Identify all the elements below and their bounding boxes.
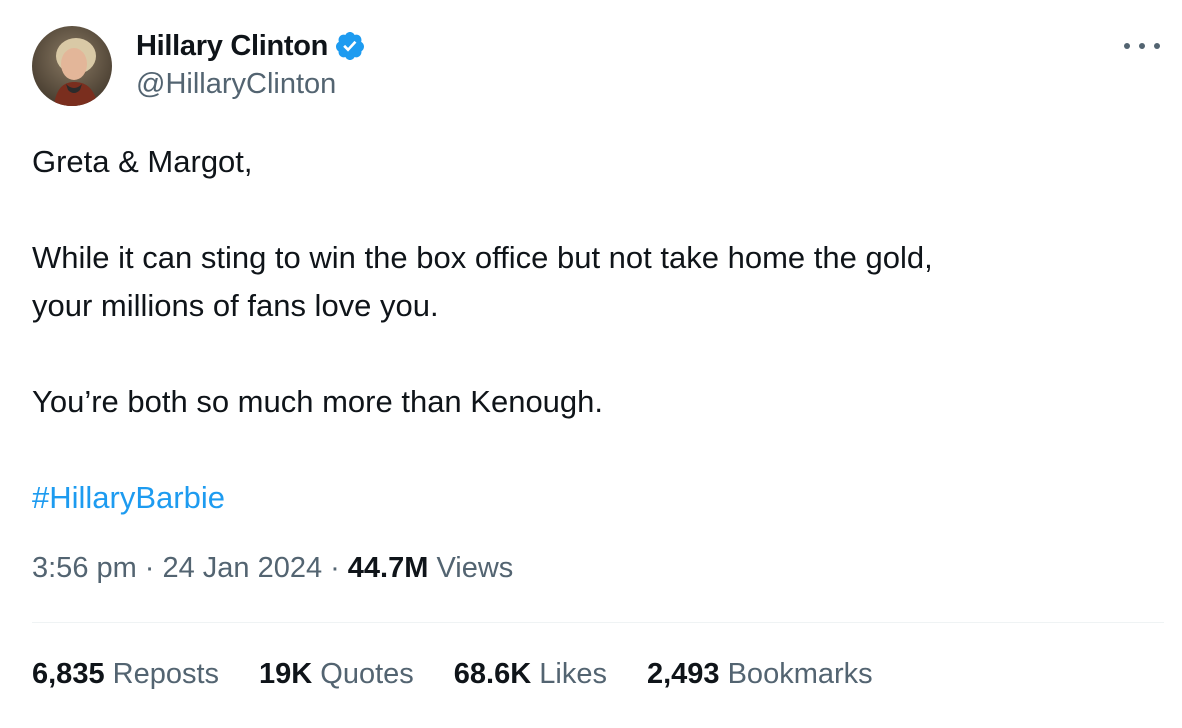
tweet-line: While it can sting to win the box office… (32, 240, 933, 275)
bookmarks-count: 2,493 (646, 658, 720, 690)
views-count: 44.7M (347, 552, 429, 584)
reposts-stat[interactable]: 6,835 Reposts (32, 658, 219, 691)
reposts-label: Reposts (112, 658, 220, 690)
author-display-name[interactable]: Hillary Clinton (136, 30, 328, 63)
hashtag-link[interactable]: #HillaryBarbie (32, 480, 225, 515)
bookmarks-stat[interactable]: 2,493 Bookmarks (647, 658, 873, 691)
tweet-card: Hillary Clinton @HillaryClinton Greta & … (0, 0, 1182, 728)
verified-badge-icon[interactable] (334, 30, 366, 62)
quotes-label: Quotes (320, 658, 414, 690)
more-dot (1124, 43, 1130, 49)
reposts-count: 6,835 (32, 658, 105, 690)
tweet-date[interactable]: 24 Jan 2024 (162, 552, 322, 584)
meta-separator: · (144, 552, 155, 584)
likes-count: 68.6K (453, 658, 532, 690)
more-options-icon[interactable] (1124, 36, 1160, 56)
divider (32, 622, 1164, 623)
tweet-line: You’re both so much more than Kenough. (32, 384, 604, 419)
author-name-row: Hillary Clinton (136, 28, 366, 64)
engagement-stats: 6,835 Reposts 19K Quotes 68.6K Likes 2,4… (32, 658, 913, 691)
views-label: Views (436, 552, 514, 584)
meta-separator: · (330, 552, 340, 584)
tweet-text: Greta & Margot, While it can sting to wi… (32, 138, 1152, 522)
more-dot (1154, 43, 1160, 49)
tweet-line: Greta & Margot, (32, 144, 253, 179)
quotes-stat[interactable]: 19K Quotes (259, 658, 414, 691)
avatar-image (32, 26, 112, 106)
tweet-time[interactable]: 3:56 pm (32, 552, 137, 584)
likes-label: Likes (539, 658, 607, 690)
quotes-count: 19K (259, 658, 313, 690)
author-handle[interactable]: @HillaryClinton (136, 68, 336, 101)
tweet-line: your millions of fans love you. (32, 288, 439, 323)
bookmarks-label: Bookmarks (727, 658, 873, 690)
avatar[interactable] (32, 26, 112, 106)
more-dot (1139, 43, 1145, 49)
tweet-meta: 3:56 pm · 24 Jan 2024 · 44.7M Views (32, 552, 513, 585)
likes-stat[interactable]: 68.6K Likes (454, 658, 607, 691)
